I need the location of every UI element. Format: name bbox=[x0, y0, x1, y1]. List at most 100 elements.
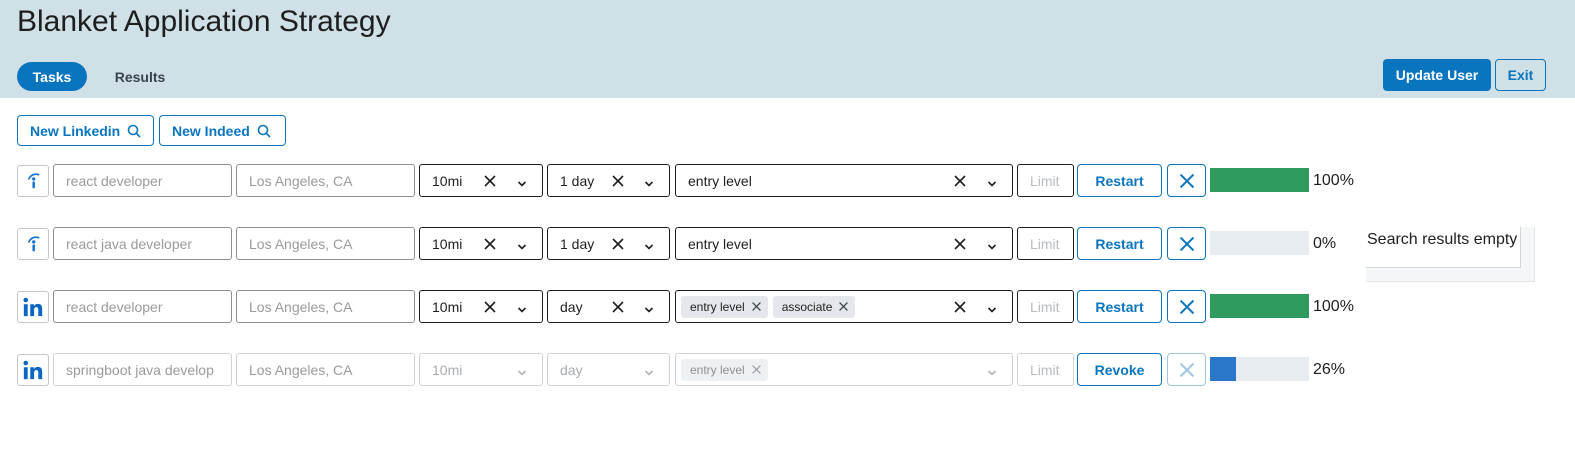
distance-select[interactable]: 10mi bbox=[419, 290, 543, 323]
clear-icon[interactable] bbox=[483, 237, 497, 251]
experience-chips: entry level bbox=[681, 358, 768, 381]
search-icon bbox=[257, 124, 271, 138]
location-input[interactable]: Los Angeles, CA bbox=[236, 290, 415, 323]
delete-task-button[interactable] bbox=[1167, 290, 1206, 323]
new-linkedin-button[interactable]: New Linkedin bbox=[17, 115, 154, 146]
keywords-placeholder: springboot java develop bbox=[66, 361, 214, 378]
location-placeholder: Los Angeles, CA bbox=[249, 361, 353, 378]
clear-icon[interactable] bbox=[483, 300, 497, 314]
app-header: Blanket Application Strategy Tasks Resul… bbox=[0, 0, 1575, 98]
close-icon bbox=[1178, 235, 1196, 253]
indeed-icon bbox=[17, 165, 49, 197]
chip-remove-icon[interactable] bbox=[751, 364, 762, 375]
progress-bar bbox=[1210, 357, 1309, 381]
limit-input[interactable]: Limit bbox=[1017, 290, 1074, 323]
clear-icon[interactable] bbox=[483, 174, 497, 188]
restart-button[interactable]: Restart bbox=[1077, 290, 1162, 323]
task-row: react developer Los Angeles, CA 10mi 1 d… bbox=[0, 164, 1575, 197]
chevron-down-icon[interactable] bbox=[987, 302, 997, 313]
progress-percent: 26% bbox=[1313, 361, 1346, 378]
close-icon bbox=[1178, 361, 1196, 379]
clear-icon[interactable] bbox=[611, 237, 625, 251]
indeed-icon bbox=[17, 228, 49, 260]
keywords-input[interactable]: react developer bbox=[53, 290, 232, 323]
clear-icon[interactable] bbox=[953, 174, 967, 188]
location-input[interactable]: Los Angeles, CA bbox=[236, 227, 415, 260]
keywords-input[interactable]: react developer bbox=[53, 164, 232, 197]
progress-percent: 100% bbox=[1313, 172, 1354, 189]
experience-select[interactable]: entry level associate bbox=[675, 290, 1013, 323]
chip-label: associate bbox=[781, 299, 833, 314]
revoke-button[interactable]: Revoke bbox=[1077, 353, 1162, 386]
new-indeed-label: New Indeed bbox=[172, 122, 250, 139]
chip-remove-icon[interactable] bbox=[838, 301, 849, 312]
delete-task-button[interactable] bbox=[1167, 353, 1206, 386]
delete-task-button[interactable] bbox=[1167, 227, 1206, 260]
chevron-down-icon[interactable] bbox=[644, 365, 654, 376]
update-user-button[interactable]: Update User bbox=[1383, 59, 1491, 91]
chevron-down-icon[interactable] bbox=[644, 302, 654, 313]
linkedin-icon bbox=[17, 291, 49, 323]
limit-input[interactable]: Limit bbox=[1017, 227, 1074, 260]
experience-select[interactable]: entry level bbox=[675, 353, 1013, 386]
keywords-input[interactable]: react java developer bbox=[53, 227, 232, 260]
exit-button[interactable]: Exit bbox=[1495, 59, 1546, 91]
chip-label: entry level bbox=[690, 299, 745, 314]
experience-select[interactable]: entry level bbox=[675, 227, 1013, 260]
restart-button[interactable]: Restart bbox=[1077, 164, 1162, 197]
progress-fill bbox=[1210, 294, 1309, 318]
clear-icon[interactable] bbox=[611, 300, 625, 314]
chevron-down-icon[interactable] bbox=[517, 302, 527, 313]
tab-tasks[interactable]: Tasks bbox=[17, 62, 87, 91]
keywords-placeholder: react developer bbox=[66, 298, 163, 315]
chevron-down-icon[interactable] bbox=[517, 365, 527, 376]
chevron-down-icon[interactable] bbox=[987, 365, 997, 376]
progress-bar bbox=[1210, 231, 1309, 255]
experience-chip: entry level bbox=[681, 295, 768, 318]
linkedin-icon bbox=[17, 354, 49, 386]
chevron-down-icon[interactable] bbox=[644, 239, 654, 250]
progress-fill bbox=[1210, 357, 1236, 381]
date-posted-select[interactable]: day bbox=[547, 353, 670, 386]
location-input[interactable]: Los Angeles, CA bbox=[236, 164, 415, 197]
chevron-down-icon[interactable] bbox=[987, 239, 997, 250]
location-placeholder: Los Angeles, CA bbox=[249, 298, 353, 315]
keywords-placeholder: react java developer bbox=[66, 235, 193, 252]
date-posted-select[interactable]: 1 day bbox=[547, 164, 670, 197]
chevron-down-icon[interactable] bbox=[644, 176, 654, 187]
clear-icon[interactable] bbox=[953, 300, 967, 314]
progress-percent: 100% bbox=[1313, 298, 1354, 315]
chevron-down-icon[interactable] bbox=[987, 176, 997, 187]
tab-results[interactable]: Results bbox=[100, 62, 180, 91]
location-input[interactable]: Los Angeles, CA bbox=[236, 353, 415, 386]
distance-value: 10mi bbox=[432, 298, 463, 315]
chevron-down-icon[interactable] bbox=[517, 239, 527, 250]
limit-input[interactable]: Limit bbox=[1017, 353, 1074, 386]
chevron-down-icon[interactable] bbox=[517, 176, 527, 187]
task-row: react java developer Los Angeles, CA 10m… bbox=[0, 227, 1575, 260]
date-posted-select[interactable]: day bbox=[547, 290, 670, 323]
keywords-input[interactable]: springboot java develop bbox=[53, 353, 232, 386]
experience-value: entry level bbox=[688, 235, 752, 252]
delete-task-button[interactable] bbox=[1167, 164, 1206, 197]
progress-percent: 0% bbox=[1313, 235, 1337, 252]
date-value: 1 day bbox=[560, 172, 595, 189]
clear-icon[interactable] bbox=[953, 237, 967, 251]
limit-input[interactable]: Limit bbox=[1017, 164, 1074, 197]
new-indeed-button[interactable]: New Indeed bbox=[159, 115, 286, 146]
distance-select[interactable]: 10mi bbox=[419, 227, 543, 260]
app-title: Blanket Application Strategy bbox=[17, 5, 391, 38]
distance-select[interactable]: 10mi bbox=[419, 164, 543, 197]
chip-remove-icon[interactable] bbox=[751, 301, 762, 312]
date-posted-select[interactable]: 1 day bbox=[547, 227, 670, 260]
experience-select[interactable]: entry level bbox=[675, 164, 1013, 197]
experience-chip: entry level bbox=[681, 358, 768, 381]
clear-icon[interactable] bbox=[611, 174, 625, 188]
close-icon bbox=[1178, 172, 1196, 190]
distance-value: 10mi bbox=[432, 172, 463, 189]
restart-button[interactable]: Restart bbox=[1077, 227, 1162, 260]
experience-value: entry level bbox=[688, 172, 752, 189]
location-placeholder: Los Angeles, CA bbox=[249, 235, 353, 252]
distance-select[interactable]: 10mi bbox=[419, 353, 543, 386]
date-value: 1 day bbox=[560, 235, 595, 252]
